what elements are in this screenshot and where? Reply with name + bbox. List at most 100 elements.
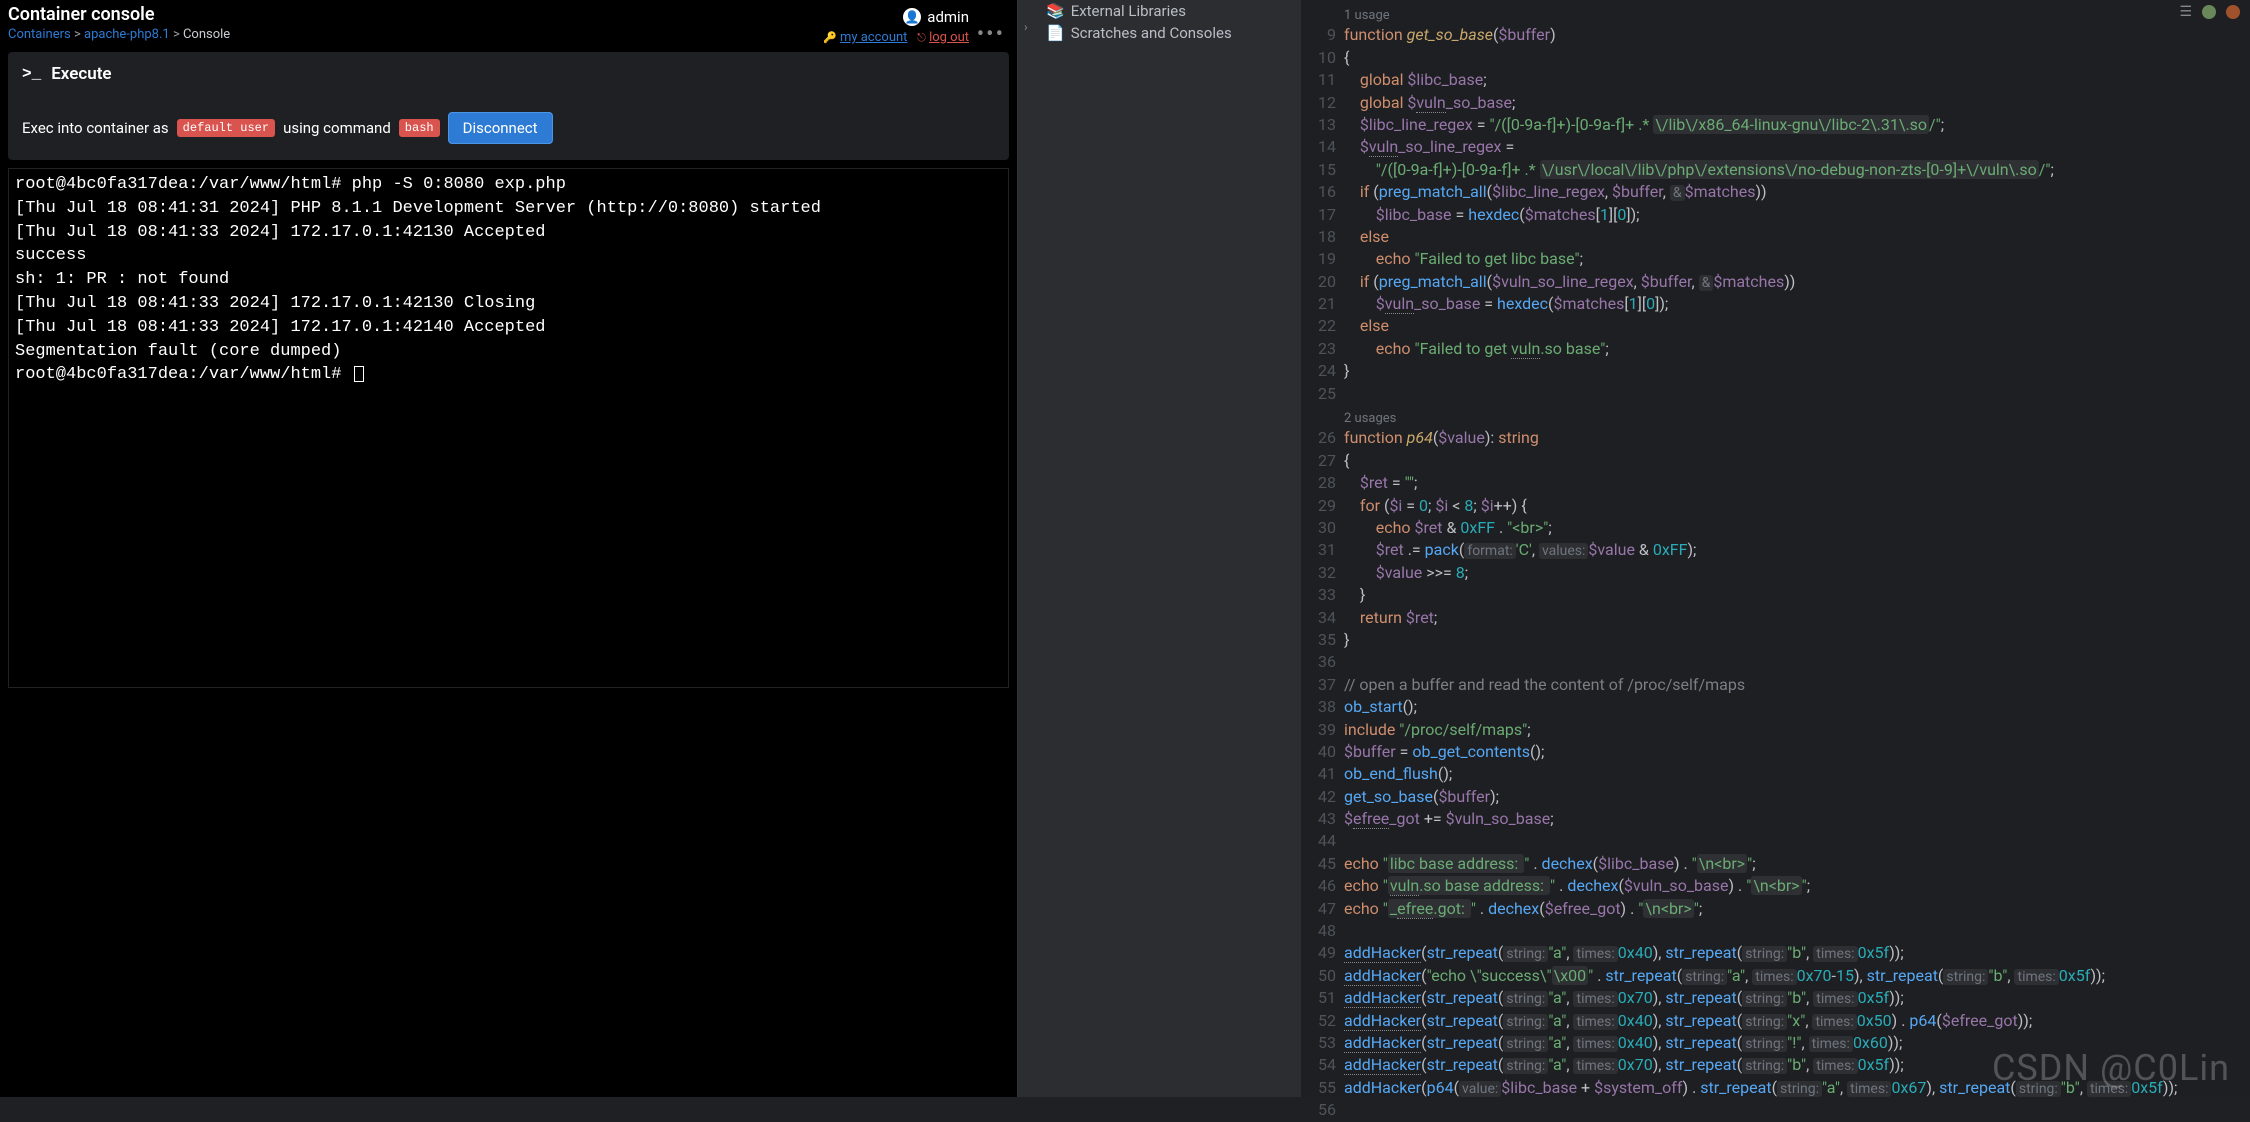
library-icon: 📚	[1046, 2, 1065, 20]
line-number: 40	[1302, 741, 1336, 763]
code-line: {	[1344, 47, 2250, 69]
line-number: 23	[1302, 338, 1336, 360]
tree-label-scratches: Scratches and Consoles	[1071, 24, 1232, 42]
line-number: 11	[1302, 69, 1336, 91]
code-editor-pane: ☰ 910111213141516171819202122232425 2627…	[1302, 0, 2250, 1097]
line-number: 29	[1302, 495, 1336, 517]
status-dot-orange-icon[interactable]	[2226, 5, 2240, 19]
code-line: echo "Failed to get libc base";	[1344, 248, 2250, 270]
code-line: }	[1344, 360, 2250, 382]
code-area[interactable]: 1 usagefunction get_so_base($buffer){ gl…	[1344, 0, 2250, 1097]
line-number: 25	[1302, 383, 1336, 405]
code-line: }	[1344, 584, 2250, 606]
line-number: 53	[1302, 1032, 1336, 1054]
code-line: function p64($value): string	[1344, 427, 2250, 449]
code-line: {	[1344, 450, 2250, 472]
line-number: 14	[1302, 136, 1336, 158]
chevron-right-icon[interactable]: ›	[1024, 20, 1028, 34]
logout-icon: ⎋	[917, 31, 926, 44]
usage-hint: 2 usages	[1344, 405, 2250, 427]
code-line: }	[1344, 629, 2250, 651]
line-number: 31	[1302, 539, 1336, 561]
line-number: 35	[1302, 629, 1336, 651]
inspection-icon[interactable]: ☰	[2179, 4, 2192, 20]
my-account-link[interactable]: my account	[840, 30, 907, 45]
line-number: 24	[1302, 360, 1336, 382]
code-line: else	[1344, 226, 2250, 248]
line-number: 48	[1302, 920, 1336, 942]
exec-label-prefix: Exec into container as	[22, 119, 169, 137]
code-line: addHacker("echo \"success\"\x00" . str_r…	[1344, 965, 2250, 987]
line-number: 45	[1302, 853, 1336, 875]
code-line	[1344, 920, 2250, 942]
line-number: 18	[1302, 226, 1336, 248]
code-line: "/([0-9a-f]+)-[0-9a-f]+ .* \/usr\/local\…	[1344, 159, 2250, 181]
code-line: if (preg_match_all($libc_line_regex, $bu…	[1344, 181, 2250, 203]
tree-item-external-libraries[interactable]: 📚 External Libraries	[1018, 0, 1301, 22]
usage-hint: 1 usage	[1344, 2, 2250, 24]
code-line: $vuln_so_line_regex =	[1344, 136, 2250, 158]
code-line: echo "_efree.got: " . dechex($efree_got)…	[1344, 898, 2250, 920]
tree-item-scratches[interactable]: 📄 Scratches and Consoles	[1018, 22, 1301, 44]
line-number: 37	[1302, 674, 1336, 696]
line-number: 49	[1302, 942, 1336, 964]
line-number-gutter: 910111213141516171819202122232425 262728…	[1302, 0, 1344, 1097]
code-line: function get_so_base($buffer)	[1344, 24, 2250, 46]
line-number: 52	[1302, 1010, 1336, 1032]
code-line: echo "libc base address: " . dechex($lib…	[1344, 853, 2250, 875]
disconnect-button[interactable]: Disconnect	[448, 112, 553, 144]
current-user: 👤 admin	[903, 8, 969, 26]
line-number: 10	[1302, 47, 1336, 69]
code-line: $libc_base = hexdec($matches[1][0]);	[1344, 204, 2250, 226]
code-line: else	[1344, 315, 2250, 337]
line-number: 44	[1302, 830, 1336, 852]
code-line: ob_end_flush();	[1344, 763, 2250, 785]
line-number: 39	[1302, 719, 1336, 741]
code-line: addHacker(str_repeat(string:"a", times:0…	[1344, 1032, 2250, 1054]
breadcrumb-containers[interactable]: Containers	[8, 27, 71, 42]
code-line: get_so_base($buffer);	[1344, 786, 2250, 808]
code-line: $value >>= 8;	[1344, 562, 2250, 584]
line-number: 12	[1302, 92, 1336, 114]
line-number: 20	[1302, 271, 1336, 293]
code-line: addHacker(str_repeat(string:"a", times:0…	[1344, 1010, 2250, 1032]
line-number: 19	[1302, 248, 1336, 270]
key-icon: 🔑	[823, 31, 837, 44]
code-line: $efree_got += $vuln_so_base;	[1344, 808, 2250, 830]
line-number: 36	[1302, 651, 1336, 673]
line-number: 17	[1302, 204, 1336, 226]
exec-cmd-pill[interactable]: bash	[399, 119, 440, 137]
code-line: // open a buffer and read the content of…	[1344, 674, 2250, 696]
line-number: 13	[1302, 114, 1336, 136]
line-number: 43	[1302, 808, 1336, 830]
terminal-output[interactable]: root@4bc0fa317dea:/var/www/html# php -S …	[8, 168, 1009, 688]
code-line	[1344, 651, 2250, 673]
code-line: ob_start();	[1344, 696, 2250, 718]
execute-title: Execute	[51, 64, 111, 84]
user-icon: 👤	[903, 8, 921, 26]
scratch-icon: 📄	[1046, 24, 1065, 42]
code-line: addHacker(str_repeat(string:"a", times:0…	[1344, 987, 2250, 1009]
line-number: 21	[1302, 293, 1336, 315]
breadcrumb-image[interactable]: apache-php8.1	[84, 27, 170, 42]
line-number: 27	[1302, 450, 1336, 472]
code-line: addHacker(str_repeat(string:"a", times:0…	[1344, 942, 2250, 964]
code-line: return $ret;	[1344, 607, 2250, 629]
code-line: echo "vuln.so base address: " . dechex($…	[1344, 875, 2250, 897]
line-number: 32	[1302, 562, 1336, 584]
user-name: admin	[927, 8, 969, 26]
line-number: 33	[1302, 584, 1336, 606]
status-dot-green-icon[interactable]	[2202, 5, 2216, 19]
line-number: 34	[1302, 607, 1336, 629]
exec-label-mid: using command	[283, 119, 391, 137]
exec-user-pill[interactable]: default user	[177, 119, 275, 137]
more-menu-icon[interactable]: •••	[977, 22, 1005, 47]
code-line	[1344, 830, 2250, 852]
line-number: 47	[1302, 898, 1336, 920]
code-line: include "/proc/self/maps";	[1344, 719, 2250, 741]
line-number: 41	[1302, 763, 1336, 785]
logout-link[interactable]: log out	[929, 30, 969, 45]
code-line: global $vuln_so_base;	[1344, 92, 2250, 114]
code-line: global $libc_base;	[1344, 69, 2250, 91]
line-number: 9	[1302, 24, 1336, 46]
